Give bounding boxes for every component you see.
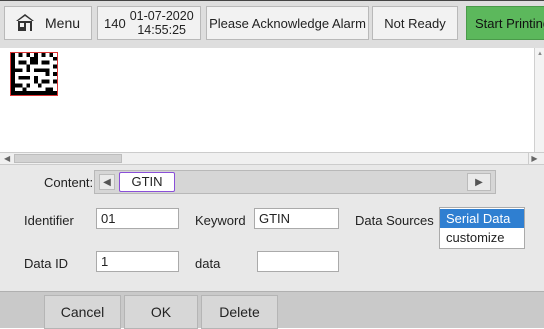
- datetime: 01-07-2020 14:55:25: [130, 9, 194, 37]
- keyword-input[interactable]: GTIN: [254, 208, 339, 229]
- datamatrix-barcode-icon[interactable]: [10, 52, 58, 96]
- status-indicator: Not Ready: [372, 6, 458, 40]
- print-count: 140: [104, 15, 126, 31]
- ok-button[interactable]: OK: [124, 295, 198, 329]
- start-printing-button[interactable]: Start Printing: [466, 6, 544, 40]
- menu-button[interactable]: Menu: [4, 6, 92, 40]
- data-input[interactable]: [257, 251, 339, 272]
- scroll-left-arrow-icon[interactable]: ◀: [4, 153, 14, 164]
- content-selector[interactable]: ◀ GTIN ▶: [94, 170, 496, 194]
- delete-button[interactable]: Delete: [201, 295, 278, 329]
- content-value-chip[interactable]: GTIN: [119, 172, 175, 192]
- data-source-item-customize[interactable]: customize: [440, 228, 524, 247]
- content-label: Content:: [44, 175, 94, 190]
- identifier-input[interactable]: 01: [96, 208, 179, 229]
- time-text: 14:55:25: [137, 23, 187, 37]
- vertical-scrollbar[interactable]: ▲: [534, 48, 544, 154]
- data-label: data: [195, 256, 221, 271]
- alarm-button[interactable]: Please Acknowledge Alarm: [206, 6, 369, 40]
- dialog-footer: Cancel OK Delete: [0, 291, 544, 329]
- data-sources-list[interactable]: Serial Data customize: [439, 207, 525, 249]
- home-icon: [15, 12, 35, 35]
- scrollbar-thumb[interactable]: [14, 154, 122, 163]
- menu-label: Menu: [45, 15, 81, 31]
- data-id-input[interactable]: 1: [96, 251, 179, 272]
- print-counter-box: 140 01-07-2020 14:55:25: [97, 6, 201, 40]
- label-preview: [0, 48, 544, 154]
- horizontal-scrollbar[interactable]: ◀ ▶: [0, 152, 544, 165]
- scroll-up-arrow-icon[interactable]: ▲: [535, 50, 544, 58]
- top-toolbar: Menu 140 01-07-2020 14:55:25 Please Ackn…: [0, 0, 544, 48]
- content-next-arrow-icon[interactable]: ▶: [467, 173, 491, 191]
- content-prev-arrow-icon[interactable]: ◀: [99, 174, 115, 190]
- date-text: 01-07-2020: [129, 9, 194, 23]
- keyword-label: Keyword: [195, 213, 246, 228]
- identifier-label: Identifier: [24, 213, 74, 228]
- field-properties-panel: Content: ◀ GTIN ▶ Identifier 01 Keyword …: [0, 165, 544, 291]
- data-sources-label: Data Sources: [355, 213, 434, 228]
- scroll-right-arrow-icon[interactable]: ▶: [528, 153, 540, 164]
- data-source-item-serial-data[interactable]: Serial Data: [440, 209, 524, 228]
- data-id-label: Data ID: [24, 256, 69, 271]
- cancel-button[interactable]: Cancel: [44, 295, 121, 329]
